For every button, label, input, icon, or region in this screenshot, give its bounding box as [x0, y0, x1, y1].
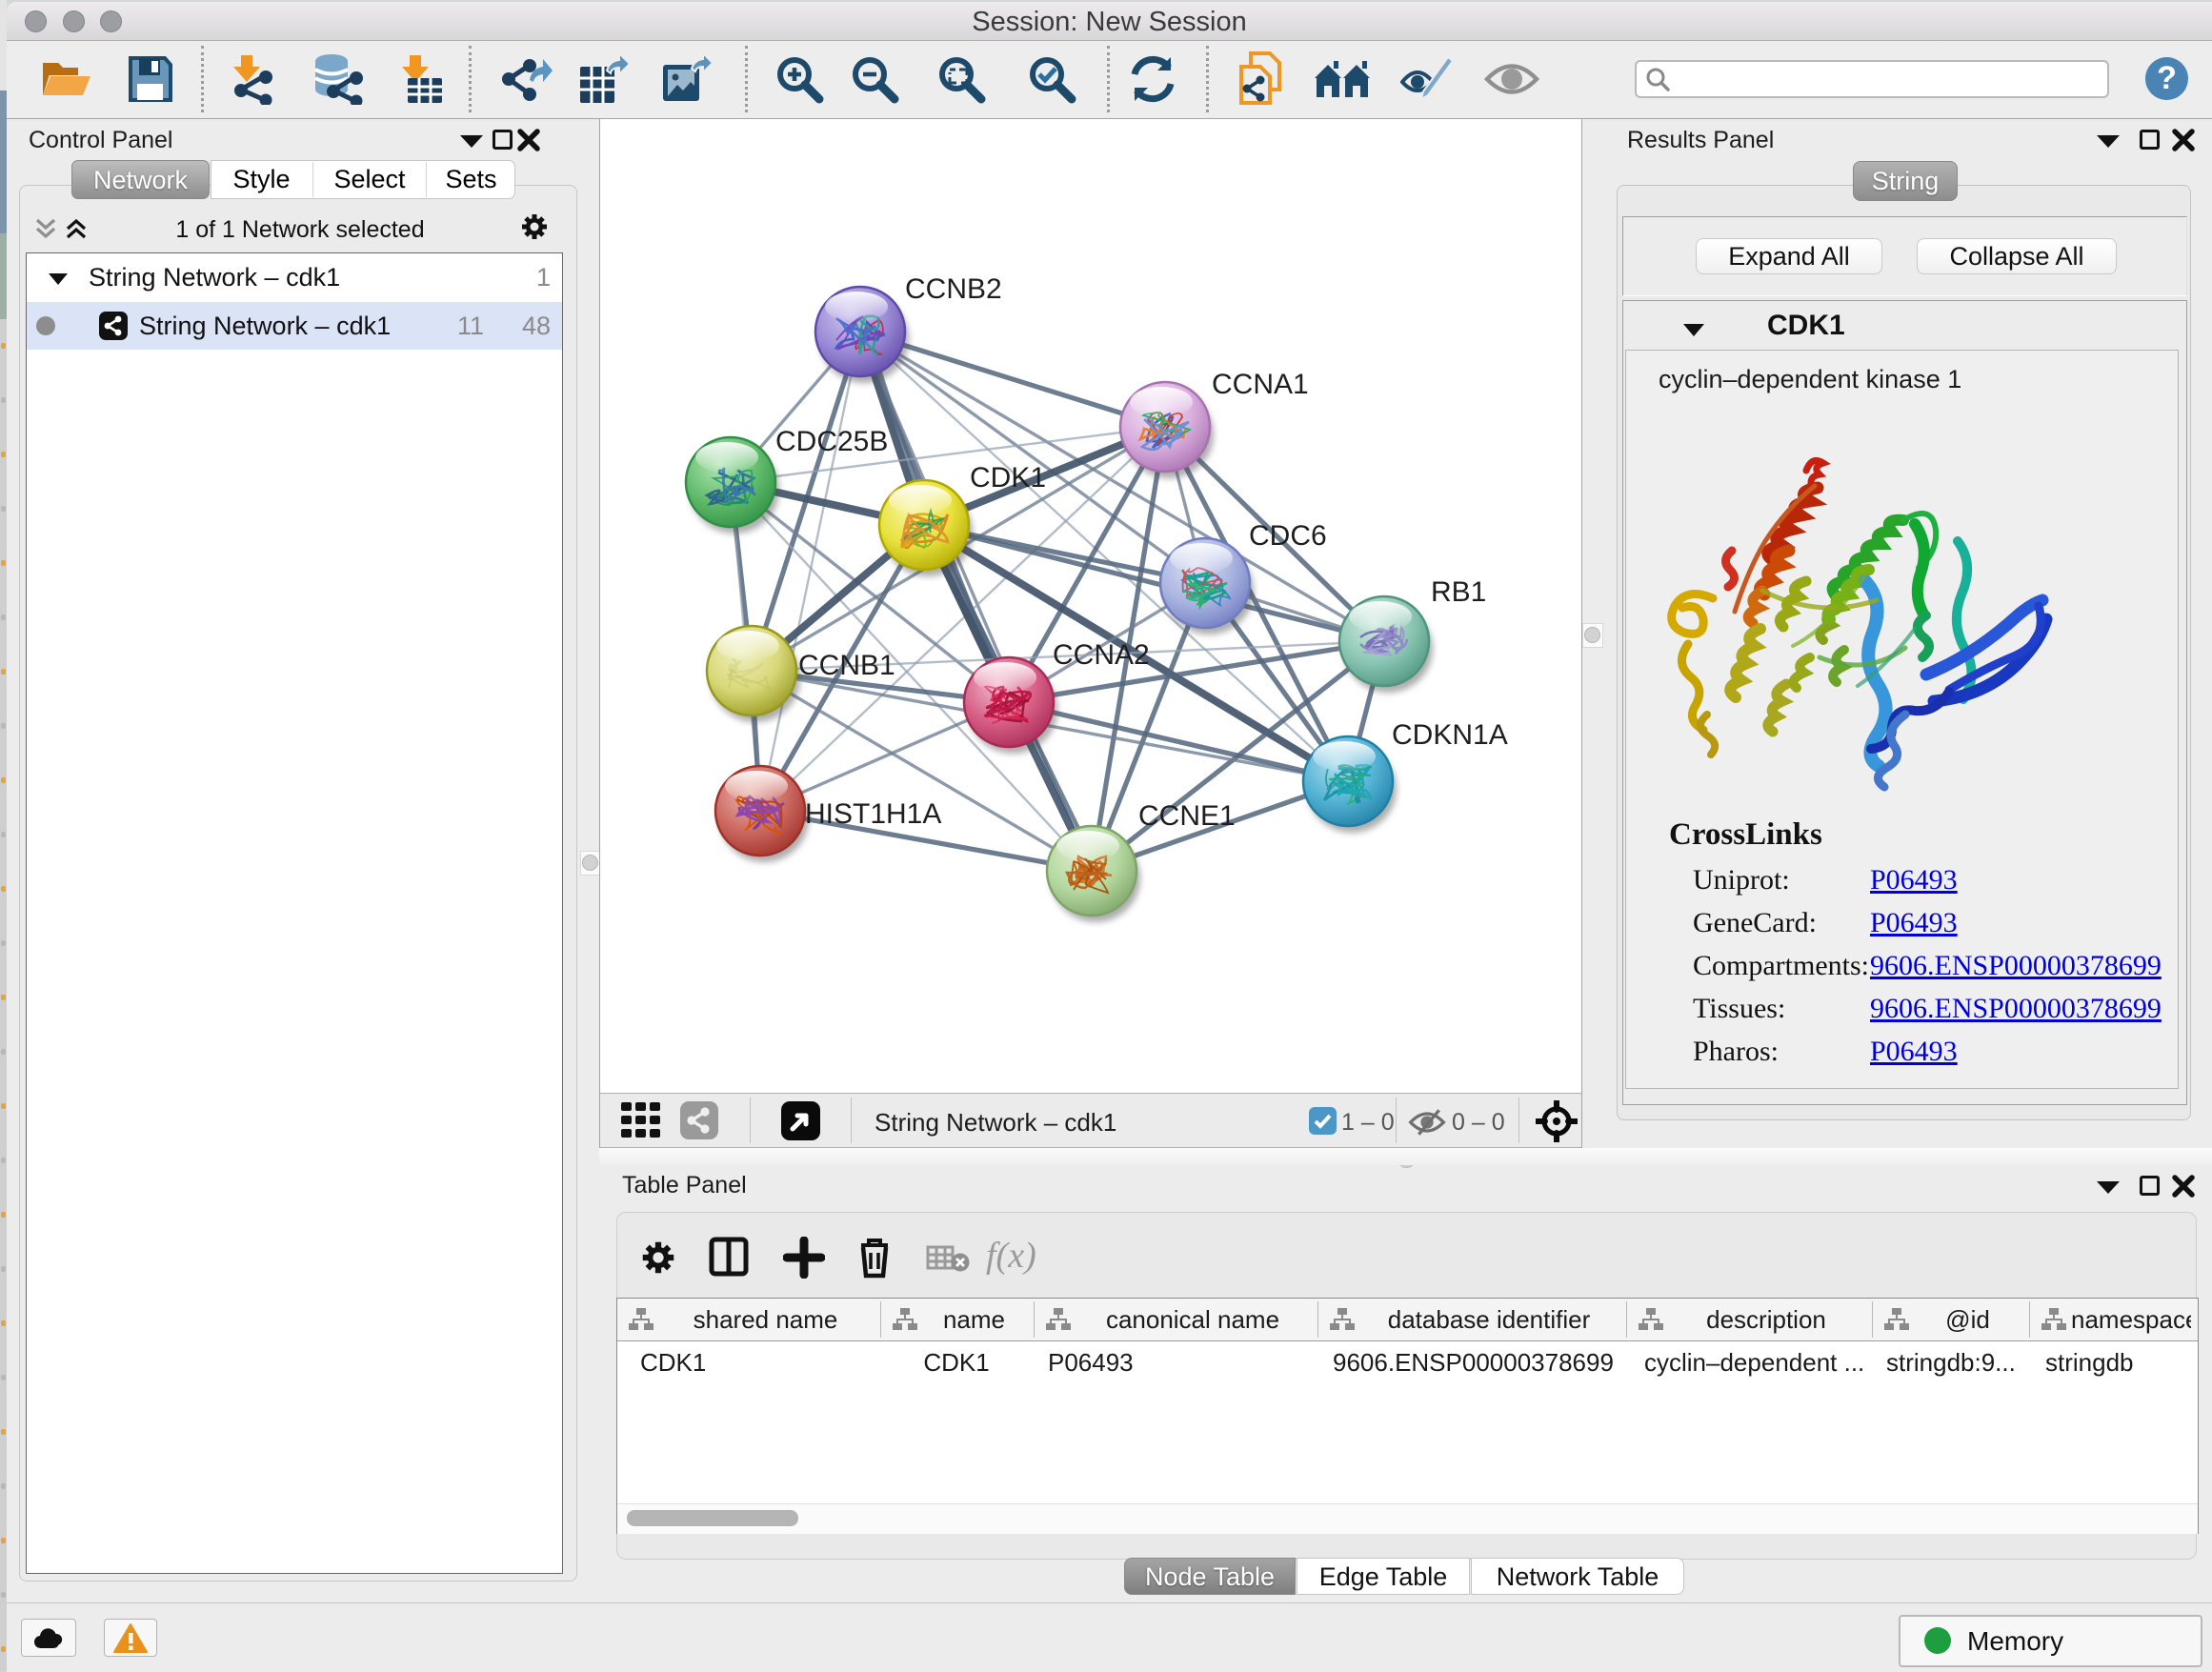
- svg-text:CDK1: CDK1: [970, 462, 1046, 494]
- svg-text:RB1: RB1: [1431, 576, 1486, 608]
- svg-text:CDC6: CDC6: [1249, 520, 1327, 552]
- svg-text:CDKN1A: CDKN1A: [1392, 719, 1508, 751]
- svg-text:CCNB1: CCNB1: [798, 650, 895, 681]
- svg-text:CCNE1: CCNE1: [1138, 800, 1236, 832]
- svg-text:CCNB2: CCNB2: [905, 273, 1002, 305]
- svg-text:HIST1H1A: HIST1H1A: [805, 798, 941, 830]
- svg-text:CDC25B: CDC25B: [775, 426, 888, 457]
- svg-text:CCNA2: CCNA2: [1053, 639, 1150, 671]
- svg-text:CCNA1: CCNA1: [1212, 369, 1309, 400]
